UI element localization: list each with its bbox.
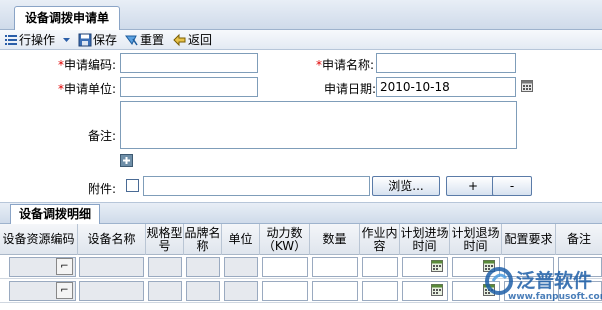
equipment-name-cell[interactable] bbox=[79, 281, 144, 301]
attachment-label: 附件: bbox=[88, 182, 117, 196]
col-header: 规格型号 bbox=[146, 224, 184, 255]
calendar-icon[interactable] bbox=[521, 80, 533, 92]
apply-date-label: 申请日期: bbox=[324, 82, 377, 96]
brand-watermark: 泛普软件 www.fanpusoft.com bbox=[468, 262, 602, 310]
apply-date-field[interactable]: 2010-10-18 bbox=[376, 77, 516, 97]
col-header: 数量 bbox=[310, 224, 360, 255]
work-content-cell[interactable] bbox=[362, 257, 398, 277]
page-title-tab[interactable]: 设备调拨申请单 bbox=[14, 6, 121, 30]
save-label: 保存 bbox=[93, 33, 118, 47]
chevron-down-icon bbox=[62, 38, 70, 42]
back-button[interactable]: 返回 bbox=[173, 30, 212, 50]
back-arrow-icon bbox=[173, 33, 186, 47]
quantity-cell[interactable] bbox=[312, 281, 358, 301]
col-header: 单位 bbox=[222, 224, 260, 255]
back-label: 返回 bbox=[188, 33, 213, 47]
power-cell[interactable] bbox=[262, 281, 308, 301]
attachment-checkbox[interactable] bbox=[126, 179, 139, 192]
quantity-cell[interactable] bbox=[312, 257, 358, 277]
save-icon bbox=[78, 33, 92, 47]
row-ops-button[interactable]: 行操作 bbox=[4, 30, 72, 50]
picker-icon[interactable]: ⌐ bbox=[56, 258, 73, 275]
picker-icon[interactable]: ⌐ bbox=[56, 282, 73, 299]
spec-cell[interactable] bbox=[148, 257, 182, 277]
expand-plus-icon[interactable] bbox=[120, 154, 133, 167]
col-header: 动力数（KW） bbox=[260, 224, 310, 255]
equipment-name-cell[interactable] bbox=[79, 257, 144, 277]
col-header: 计划进场时间 bbox=[400, 224, 450, 255]
save-button[interactable]: 保存 bbox=[78, 30, 117, 50]
calendar-icon[interactable] bbox=[431, 260, 443, 272]
calendar-icon[interactable] bbox=[431, 284, 443, 296]
detail-tab[interactable]: 设备调拨明细 bbox=[10, 204, 101, 224]
attachment-path-field[interactable] bbox=[143, 176, 370, 196]
col-header: 设备资源编码 bbox=[0, 224, 78, 255]
remark-textarea[interactable] bbox=[120, 101, 517, 149]
apply-name-label: *申请名称: bbox=[316, 58, 375, 72]
reset-button[interactable]: 重置 bbox=[124, 30, 164, 50]
col-header: 备注 bbox=[566, 232, 591, 246]
col-header: 作业内容 bbox=[360, 224, 400, 255]
brand-cell[interactable] bbox=[186, 281, 220, 301]
brand-url: www.fanpusoft.com bbox=[508, 292, 602, 302]
apply-unit-field[interactable] bbox=[120, 77, 258, 97]
reset-label: 重置 bbox=[140, 33, 165, 47]
unit-cell[interactable] bbox=[224, 281, 258, 301]
col-header: 配置要求 bbox=[502, 224, 556, 255]
col-header: 品牌名称 bbox=[184, 224, 222, 255]
work-content-cell[interactable] bbox=[362, 281, 398, 301]
col-header: 设备名称 bbox=[78, 224, 146, 255]
toolbar: 行操作 保存 重置 返回 bbox=[0, 30, 602, 50]
list-icon bbox=[5, 35, 17, 45]
apply-code-label: *申请编码: bbox=[58, 58, 117, 72]
remove-attachment-button[interactable]: - bbox=[492, 176, 532, 196]
unit-cell[interactable] bbox=[224, 257, 258, 277]
brand-cell[interactable] bbox=[186, 257, 220, 277]
power-cell[interactable] bbox=[262, 257, 308, 277]
row-ops-label: 行操作 bbox=[19, 33, 56, 47]
browse-button[interactable]: 浏览... bbox=[372, 176, 440, 196]
apply-code-field[interactable] bbox=[120, 53, 258, 73]
spec-cell[interactable] bbox=[148, 281, 182, 301]
brand-name: 泛普软件 bbox=[516, 270, 593, 292]
col-header: 计划退场时间 bbox=[450, 224, 502, 255]
remark-label: 备注: bbox=[88, 129, 117, 143]
apply-unit-label: *申请单位: bbox=[58, 82, 117, 96]
apply-name-field[interactable] bbox=[376, 53, 516, 73]
reset-icon bbox=[125, 35, 138, 46]
